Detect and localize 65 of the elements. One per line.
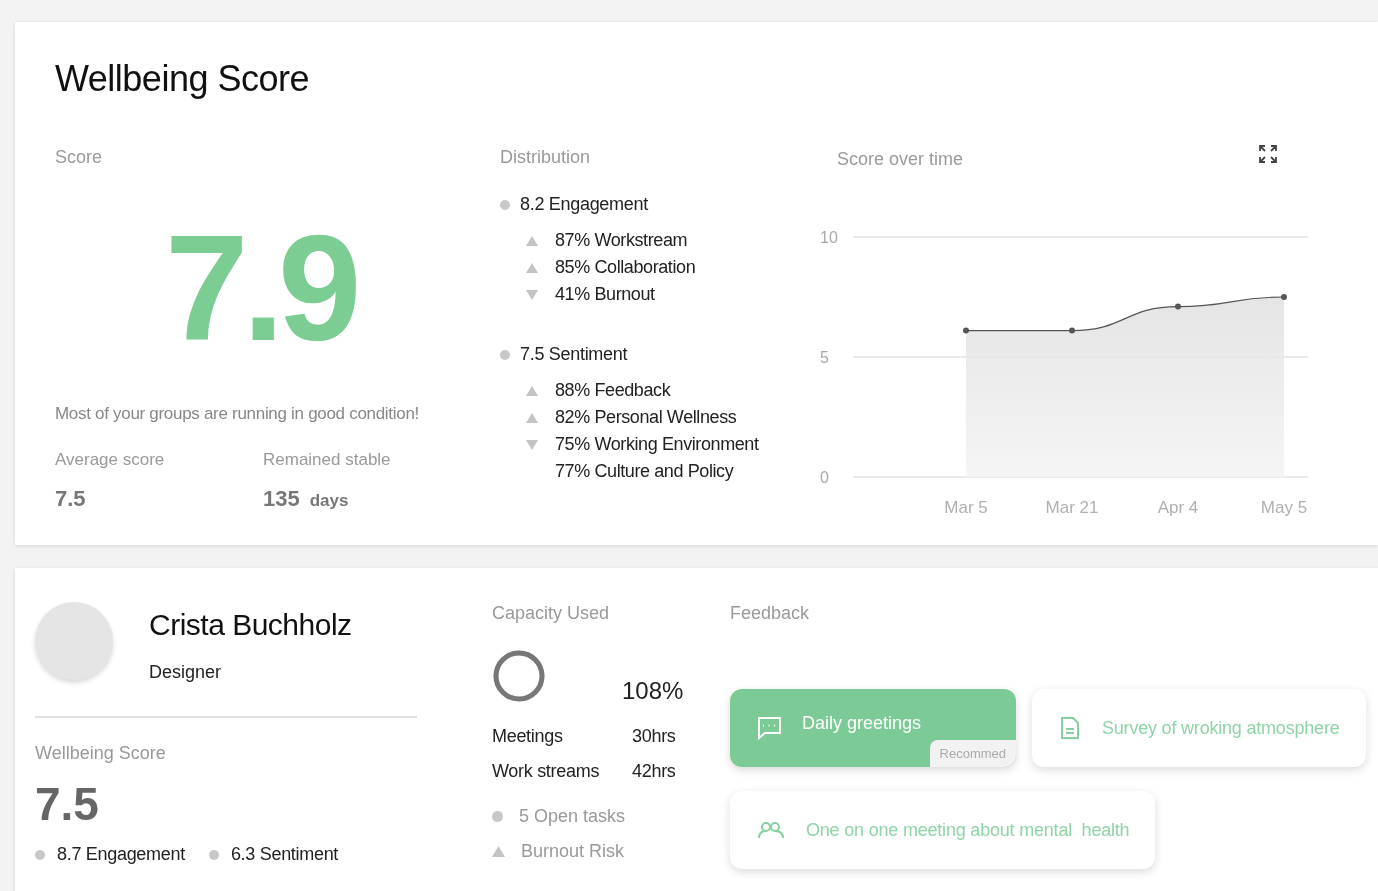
capacity-label: Meetings <box>492 725 564 748</box>
y-axis-label: 10 <box>820 229 838 246</box>
feedback-card[interactable]: Daily greetings Recommed <box>730 689 1016 767</box>
feedback-card[interactable]: One on one meeting about mental health <box>730 791 1156 869</box>
people-icon <box>758 821 784 839</box>
data-point <box>1175 303 1181 310</box>
note-text: Burnout Risk <box>521 840 625 863</box>
score-value: 7.9 <box>165 213 356 363</box>
x-axis-label: Mar 21 <box>1045 498 1099 517</box>
y-axis-label: 0 <box>820 469 829 486</box>
metric-label: 6.3 Sentiment <box>230 843 339 866</box>
up-triangle-icon <box>526 412 538 423</box>
capacity-value: 30hrs <box>632 725 677 748</box>
recommend-tag: Recommed <box>929 739 1016 767</box>
y-axis-label: 5 <box>820 349 829 366</box>
section-label: Distribution <box>500 146 592 169</box>
feedback-card[interactable]: Survey of wroking atmosphere <box>1032 689 1366 767</box>
stat-value: 135 <box>263 485 300 513</box>
feedback-text: One on one meeting about mental health <box>806 818 1130 842</box>
distribution-item: 87% Workstream <box>555 230 688 251</box>
group-title: 7.5 Sentiment <box>520 343 628 366</box>
section-label: Score over time <box>837 148 964 171</box>
section-label: Wellbeing Score <box>35 742 166 765</box>
distribution-item: 88% Feedback <box>555 380 671 401</box>
expand-icon[interactable] <box>1258 144 1278 164</box>
distribution-item: 41% Burnout <box>555 284 655 305</box>
capacity-value: 42hrs <box>632 760 677 783</box>
stat-value: 7.5 <box>55 485 87 513</box>
distribution-item: 85% Collaboration <box>555 257 696 278</box>
stat-label: Remained stable <box>263 448 392 471</box>
feedback-text: Daily greetings <box>802 711 922 735</box>
down-triangle-icon <box>526 439 538 450</box>
down-triangle-icon <box>526 289 538 300</box>
up-triangle-icon <box>526 262 538 273</box>
person-role: Designer <box>149 661 223 684</box>
x-axis-label: Mar 5 <box>944 498 988 517</box>
capacity-percent: 108% <box>622 676 684 706</box>
stat-unit: days <box>309 490 349 512</box>
section-label: Capacity Used <box>492 602 610 625</box>
x-axis-label: May 5 <box>1260 498 1308 517</box>
up-triangle-icon <box>526 385 538 396</box>
person-name: Crista Buchholz <box>149 607 352 643</box>
capacity-label: Work streams <box>492 760 601 783</box>
status-message: Most of your groups are running in good condition! <box>55 403 419 425</box>
distribution-item: 82% Personal Wellness <box>555 407 737 428</box>
distribution-item: 77% Culture and Policy <box>555 461 734 482</box>
warning-triangle-icon <box>492 846 505 857</box>
stat-label: Average score <box>55 448 166 471</box>
capacity-ring <box>492 649 546 703</box>
chat-icon <box>756 716 782 740</box>
metric-label: 8.7 Engagement <box>57 843 185 866</box>
distribution-item: 75% Working Environment <box>555 434 759 455</box>
wellbeing-value: 7.5 <box>35 779 99 829</box>
note-text: 5 Open tasks <box>519 805 626 828</box>
feedback-text: Survey of wroking atmosphere <box>1102 716 1340 740</box>
document-icon <box>1060 716 1080 740</box>
card-title: Wellbeing Score <box>55 57 309 101</box>
data-point <box>1281 294 1287 300</box>
group-title: 8.2 Engagement <box>520 193 648 216</box>
data-point <box>963 327 969 334</box>
section-label: Score <box>55 146 103 169</box>
data-point <box>1069 327 1075 334</box>
up-triangle-icon <box>526 235 538 246</box>
section-label: Feedback <box>730 602 810 625</box>
x-axis-label: Apr 4 <box>1157 498 1199 517</box>
